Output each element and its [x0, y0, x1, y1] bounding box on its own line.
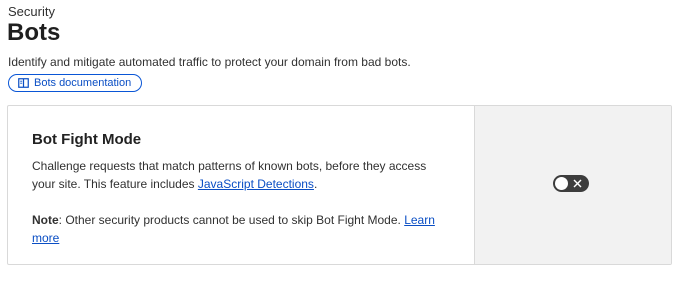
note-label: Note — [32, 213, 59, 227]
card-action-panel — [474, 106, 671, 264]
javascript-detections-link[interactable]: JavaScript Detections — [198, 177, 314, 191]
bot-fight-mode-card: Bot Fight Mode Challenge requests that m… — [7, 105, 672, 265]
page-description: Identify and mitigate automated traffic … — [8, 55, 411, 69]
bots-documentation-label: Bots documentation — [34, 77, 132, 89]
close-icon — [573, 179, 582, 188]
book-icon — [18, 78, 29, 88]
card-title: Bot Fight Mode — [32, 131, 142, 148]
toggle-knob — [554, 176, 568, 190]
card-description-suffix: . — [313, 177, 318, 191]
note-text: : Other security products cannot be used… — [58, 213, 405, 227]
bot-fight-mode-toggle[interactable] — [552, 174, 589, 192]
breadcrumb: Security — [8, 4, 55, 19]
bots-documentation-button[interactable]: Bots documentation — [8, 74, 143, 92]
page-title: Bots — [7, 19, 61, 46]
card-content: Bot Fight Mode Challenge requests that m… — [8, 106, 474, 264]
card-note: Note: Other security products cannot be … — [32, 211, 450, 247]
card-description: Challenge requests that match patterns o… — [32, 157, 450, 193]
